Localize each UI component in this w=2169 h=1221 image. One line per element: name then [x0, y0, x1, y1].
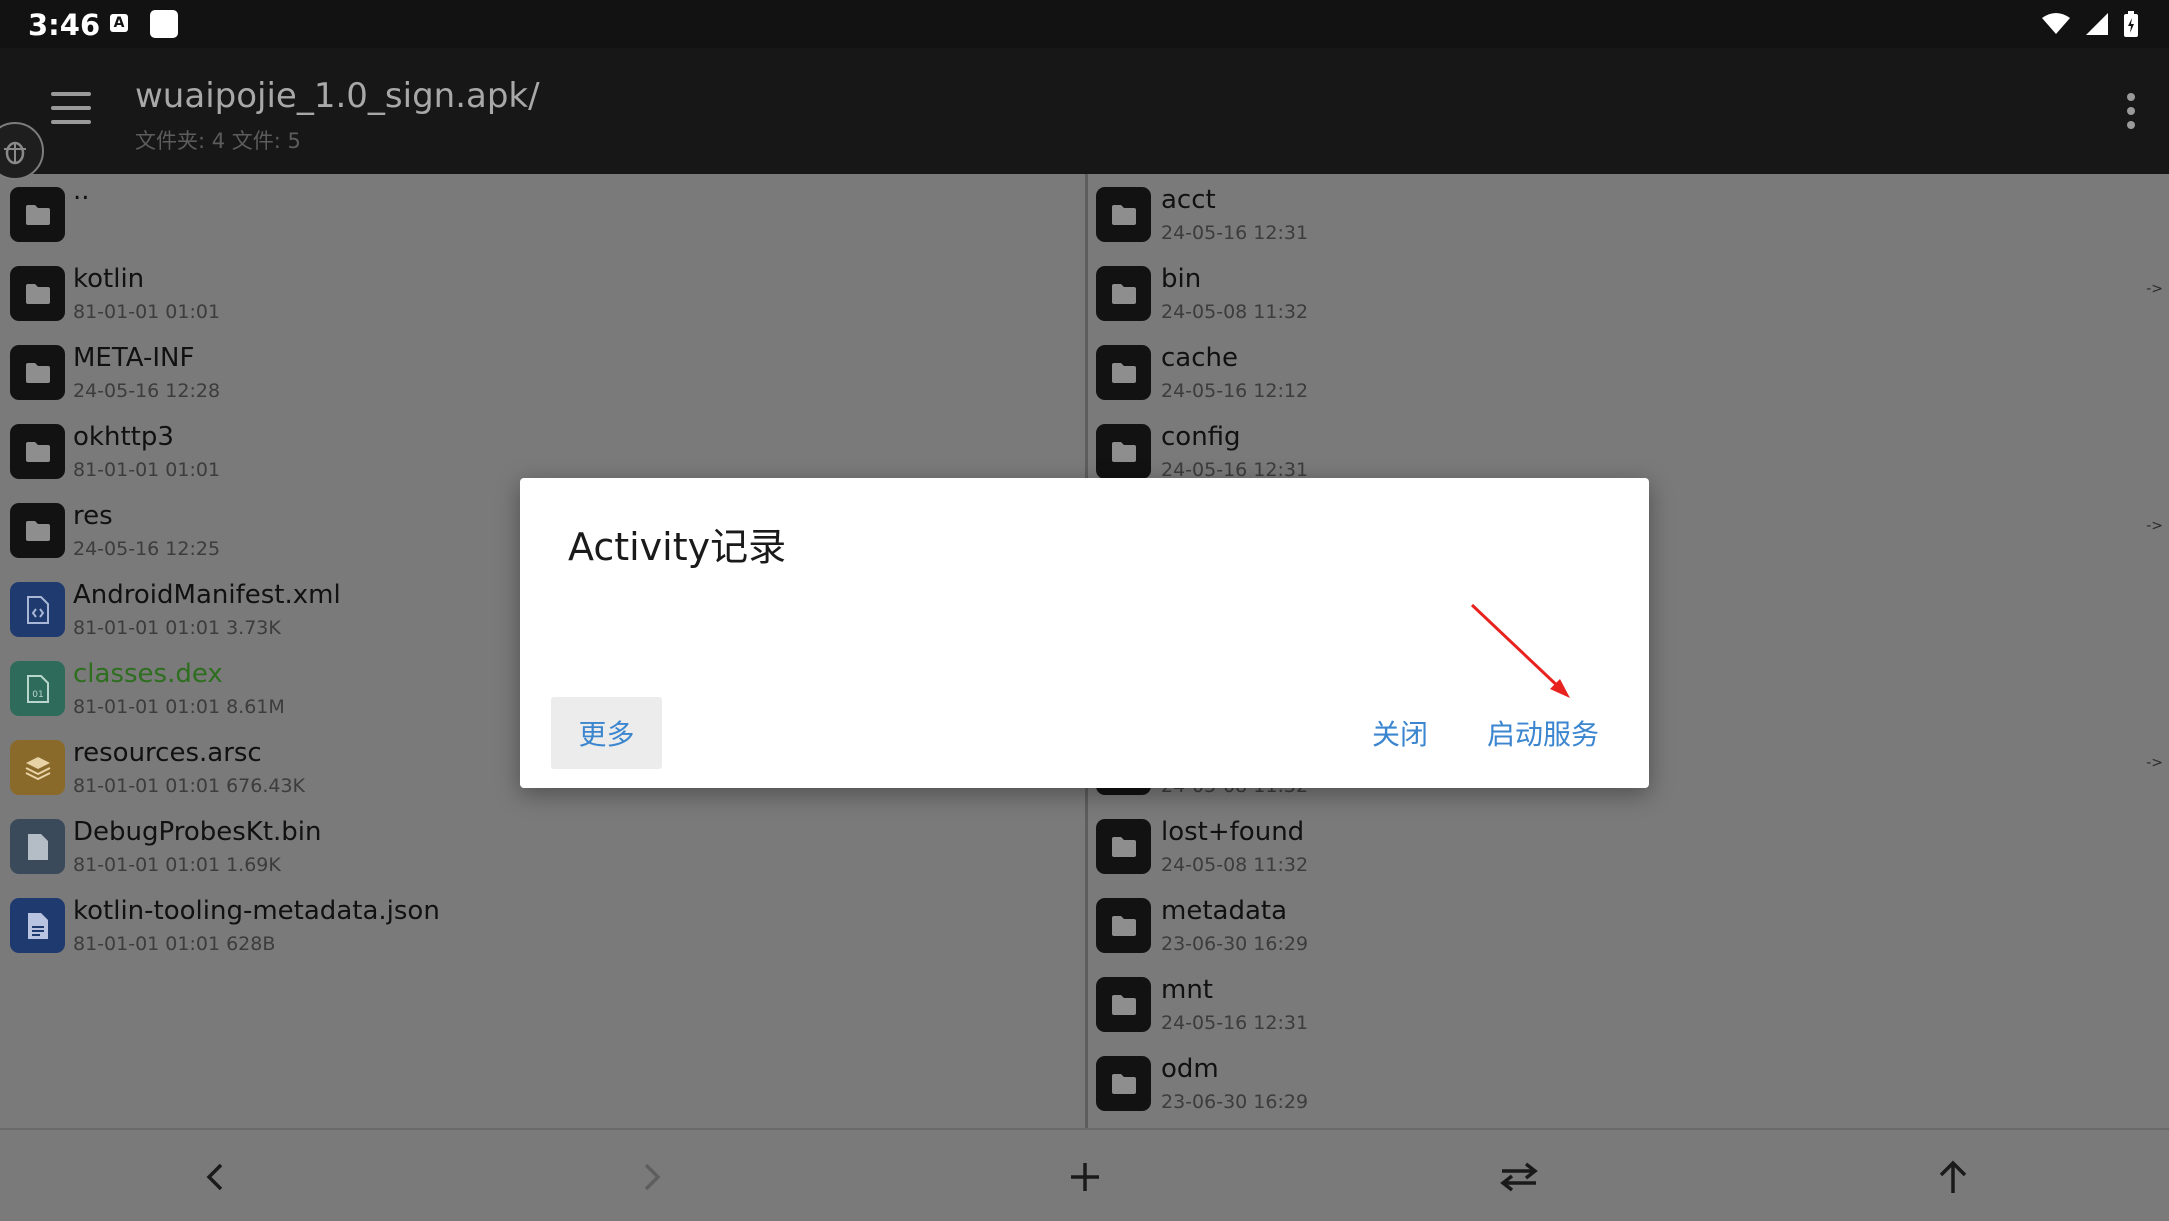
file-name: ..	[73, 176, 90, 206]
menu-icon[interactable]	[44, 92, 98, 132]
app-toolbar: wuaipojie_1.0_sign.apk/ 文件夹: 4 文件: 5	[0, 48, 2169, 174]
folder-icon	[10, 345, 65, 400]
status-icons	[2041, 11, 2139, 37]
file-name: AndroidManifest.xml	[73, 580, 341, 610]
swap-icon[interactable]	[1494, 1152, 1544, 1202]
folder-name: mnt	[1161, 975, 1213, 1005]
folder-icon	[1096, 424, 1151, 479]
folder-name: odm	[1161, 1054, 1219, 1084]
file-name: resources.arsc	[73, 738, 262, 768]
file-meta: 81-01-01 01:01 8.61M	[73, 696, 285, 718]
file-name: okhttp3	[73, 422, 174, 452]
folder-name: metadata	[1161, 896, 1288, 926]
folder-icon	[1096, 187, 1151, 242]
folder-icon	[1096, 345, 1151, 400]
notification-a-icon: A	[110, 14, 128, 32]
folder-name: config	[1161, 422, 1241, 452]
file-row[interactable]: DebugProbesKt.bin 81-01-01 01:01 1.69K	[0, 806, 1085, 885]
folder-icon	[1096, 898, 1151, 953]
folder-icon	[1096, 819, 1151, 874]
folder-meta: 24-05-08 11:32	[1161, 854, 1309, 876]
file-name: kotlin-tooling-metadata.json	[73, 896, 440, 926]
file-meta: 81-01-01 01:01 628B	[73, 933, 276, 955]
folder-meta: 23-06-30 16:29	[1161, 933, 1309, 955]
dialog-title: Activity记录	[568, 525, 787, 569]
svg-text:01: 01	[32, 690, 43, 700]
folder-meta: 24-05-16 12:12	[1161, 380, 1309, 402]
folder-file-count: 文件夹: 4 文件: 5	[135, 129, 301, 153]
more-button[interactable]: 更多	[551, 697, 662, 769]
folder-icon	[1096, 977, 1151, 1032]
wifi-icon	[2042, 13, 2070, 34]
folder-row[interactable]: acct 24-05-16 12:31	[1088, 174, 2169, 253]
symlink-indicator: ->	[2146, 755, 2163, 771]
file-row[interactable]: META-INF 24-05-16 12:28	[0, 332, 1085, 411]
file-name: classes.dex	[73, 659, 223, 689]
file-meta: 81-01-01 01:01 1.69K	[73, 854, 281, 876]
folder-name: lost+found	[1161, 817, 1305, 847]
bottom-toolbar	[0, 1128, 2169, 1221]
xml-file-icon	[10, 582, 65, 637]
folder-meta: 24-05-16 12:31	[1161, 1012, 1309, 1034]
folder-row[interactable]: odm 23-06-30 16:29	[1088, 1043, 2169, 1122]
folder-row[interactable]: lost+found 24-05-08 11:32	[1088, 806, 2169, 885]
notification-square-icon	[150, 10, 178, 38]
folder-meta: 24-05-16 12:31	[1161, 222, 1309, 244]
path-title: wuaipojie_1.0_sign.apk/	[135, 76, 540, 116]
file-meta: 24-05-16 12:28	[73, 380, 221, 402]
file-row[interactable]: kotlin 81-01-01 01:01	[0, 253, 1085, 332]
file-meta: 81-01-01 01:01	[73, 301, 221, 323]
file-name: DebugProbesKt.bin	[73, 817, 322, 847]
overflow-menu-icon[interactable]	[2121, 93, 2141, 137]
file-name: kotlin	[73, 264, 145, 294]
folder-icon	[1096, 266, 1151, 321]
folder-icon	[10, 424, 65, 479]
symlink-indicator: ->	[2146, 281, 2163, 297]
close-button[interactable]: 关闭	[1372, 713, 1428, 753]
file-name: META-INF	[73, 343, 195, 373]
add-icon[interactable]	[1060, 1152, 1110, 1202]
status-time: 3:46	[28, 8, 101, 42]
folder-meta: 24-05-08 11:32	[1161, 301, 1309, 323]
up-icon[interactable]	[1928, 1152, 1978, 1202]
folder-row[interactable]: cache 24-05-16 12:12	[1088, 332, 2169, 411]
file-meta: 24-05-16 12:25	[73, 538, 221, 560]
symlink-indicator: ->	[2146, 518, 2163, 534]
file-meta: 81-01-01 01:01 676.43K	[73, 775, 306, 797]
folder-icon	[10, 266, 65, 321]
file-meta: 81-01-01 01:01	[73, 459, 221, 481]
annotation-arrow-icon	[1470, 603, 1570, 698]
file-row[interactable]: kotlin-tooling-metadata.json 81-01-01 01:…	[0, 885, 1085, 964]
forward-icon[interactable]	[626, 1152, 676, 1202]
folder-row[interactable]: metadata 23-06-30 16:29	[1088, 885, 2169, 964]
json-file-icon	[10, 898, 65, 953]
bin-file-icon	[10, 819, 65, 874]
folder-row[interactable]: mnt 24-05-16 12:31	[1088, 964, 2169, 1043]
folder-name: acct	[1161, 185, 1216, 215]
activity-record-dialog: Activity记录 更多 关闭 启动服务	[520, 478, 1649, 788]
folder-row[interactable]: bin 24-05-08 11:32 ->	[1088, 253, 2169, 332]
folder-name: bin	[1161, 264, 1202, 294]
status-bar: 3:46 A	[0, 0, 2169, 48]
folder-name: cache	[1161, 343, 1238, 373]
dex-file-icon: 01	[10, 661, 65, 716]
battery-icon	[2124, 11, 2138, 37]
file-meta: 81-01-01 01:01 3.73K	[73, 617, 281, 639]
folder-icon	[10, 503, 65, 558]
back-icon[interactable]	[191, 1152, 241, 1202]
start-service-button[interactable]: 启动服务	[1487, 713, 1599, 753]
folder-icon	[1096, 1056, 1151, 1111]
arsc-file-icon	[10, 740, 65, 795]
folder-icon	[10, 187, 65, 242]
file-name: res	[73, 501, 113, 531]
signal-icon	[2086, 13, 2108, 35]
file-row[interactable]: ..	[0, 174, 1085, 253]
folder-meta: 23-06-30 16:29	[1161, 1091, 1309, 1113]
